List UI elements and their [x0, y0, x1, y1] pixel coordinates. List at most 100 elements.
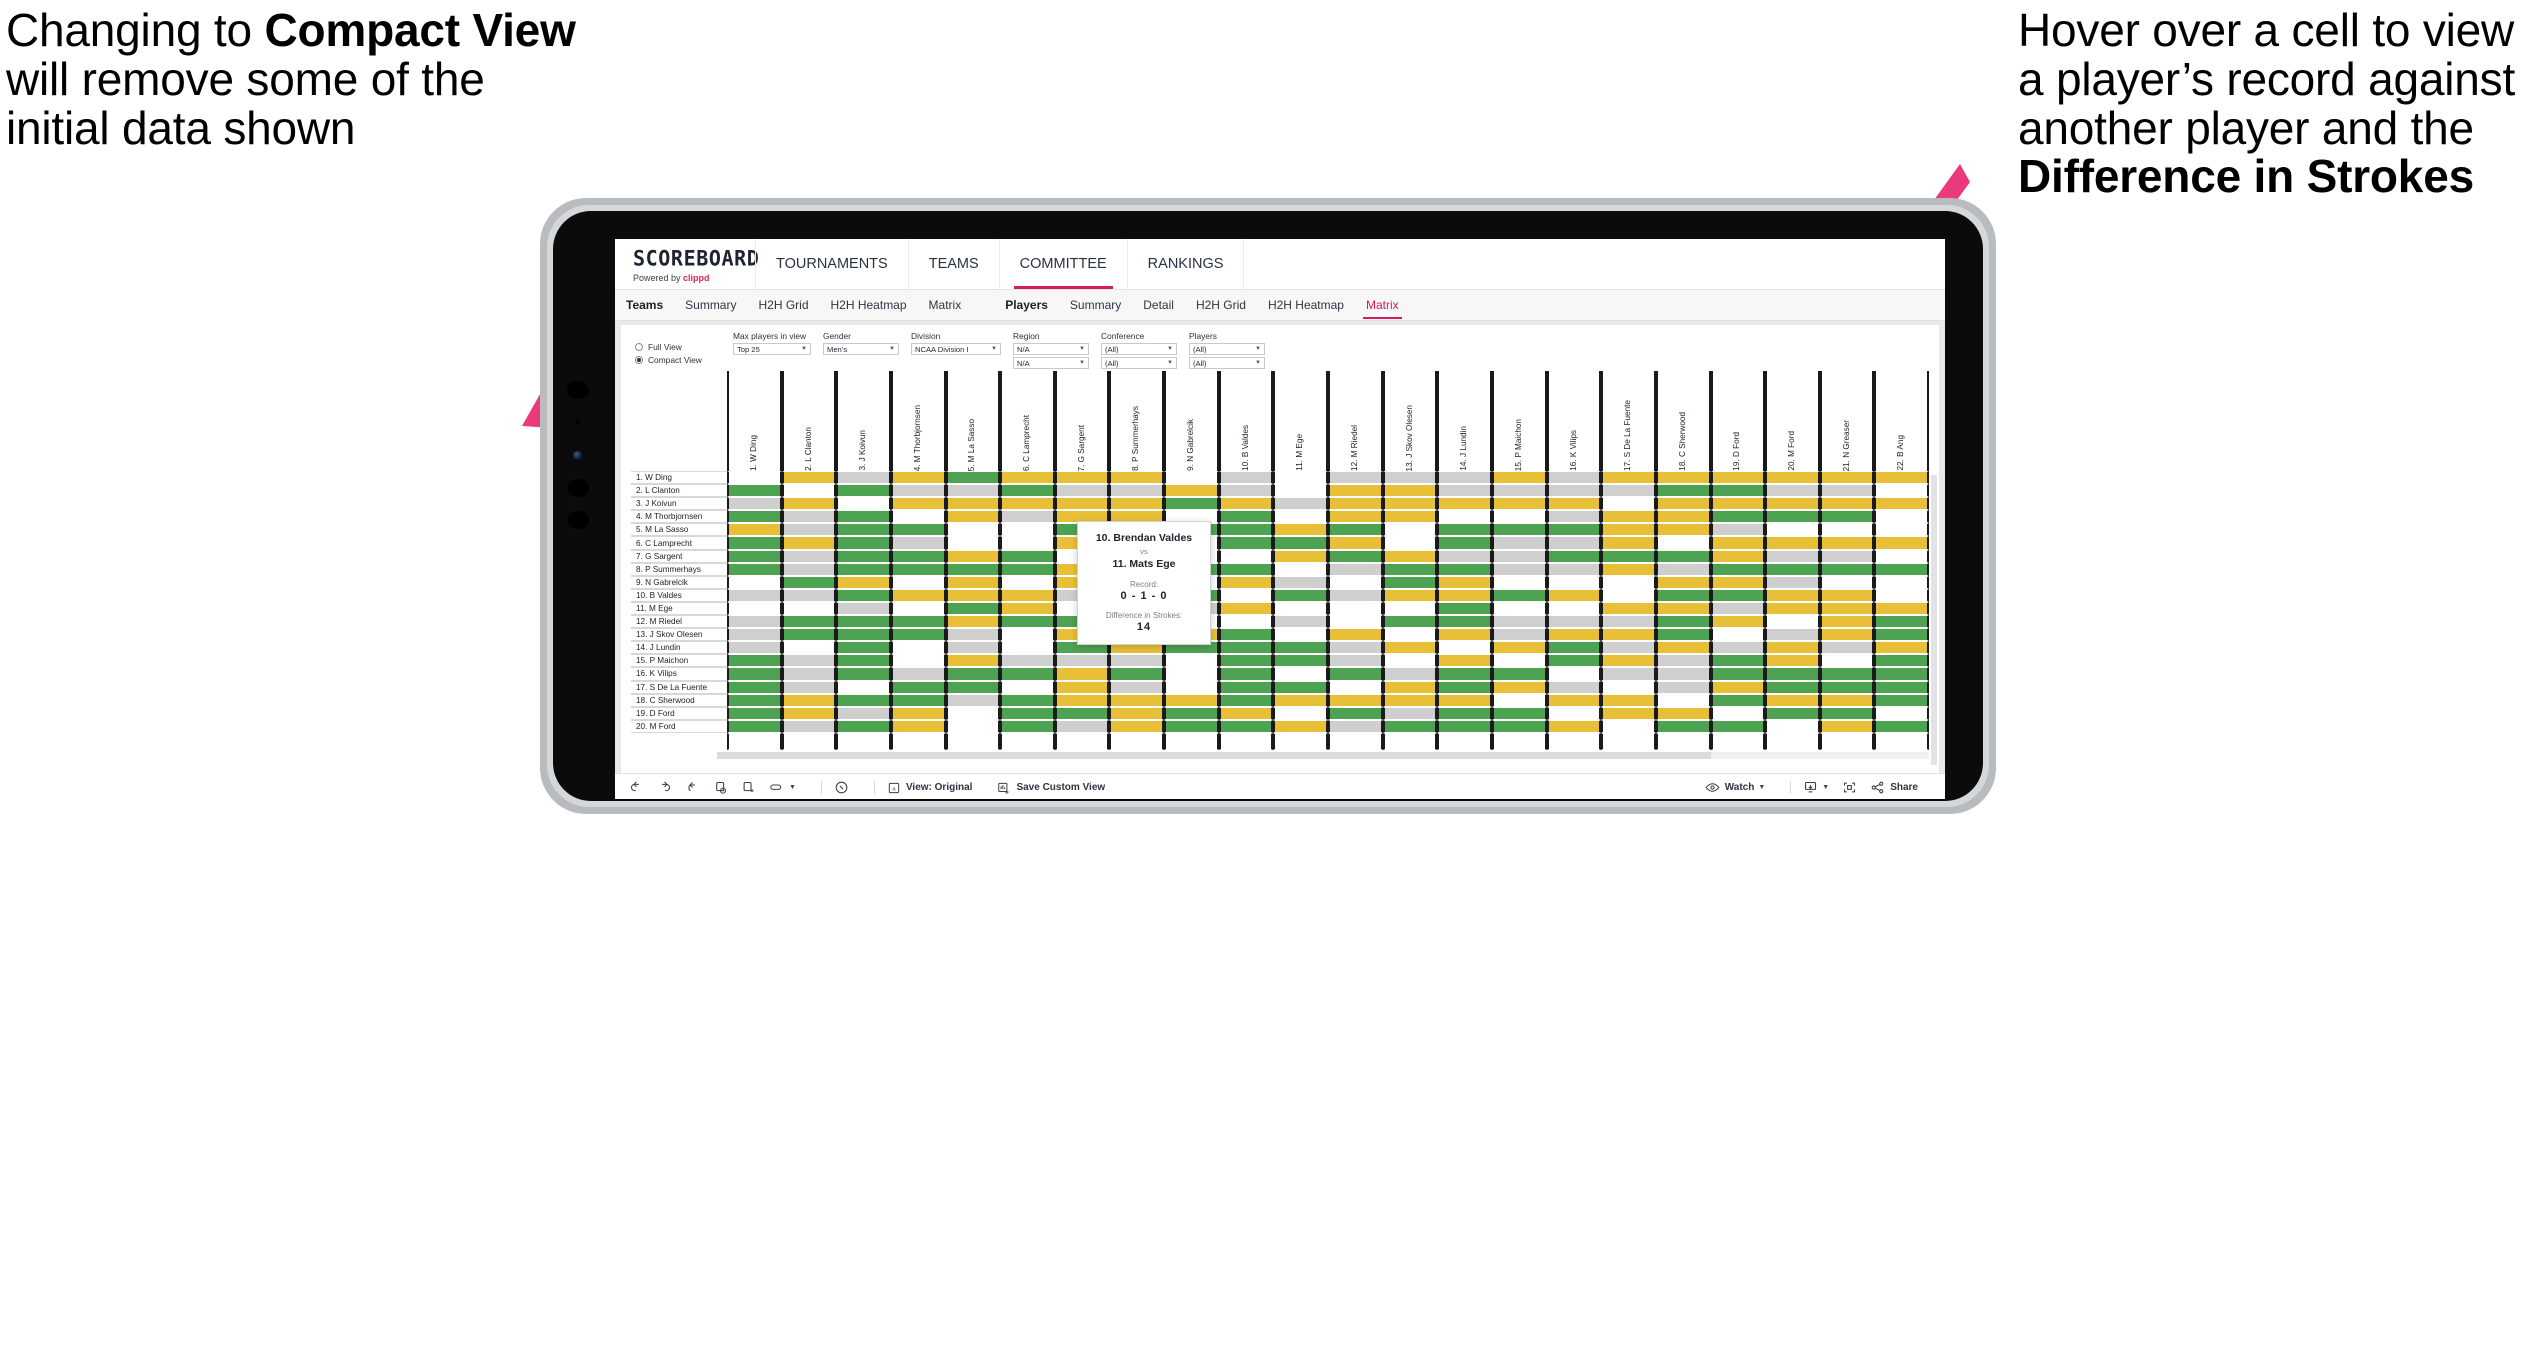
matrix-cell[interactable]: [1382, 706, 1438, 720]
matrix-cell[interactable]: [1655, 484, 1711, 498]
matrix-cell[interactable]: [1491, 510, 1547, 524]
matrix-cell[interactable]: [1382, 549, 1438, 563]
matrix-cell[interactable]: [1273, 588, 1329, 602]
matrix-cell[interactable]: [1655, 654, 1711, 668]
matrix-cell[interactable]: [1710, 484, 1766, 498]
matrix-cell[interactable]: [1491, 562, 1547, 576]
matrix-cell[interactable]: [1437, 601, 1492, 616]
matrix-cell[interactable]: [1491, 484, 1547, 498]
matrix-cell[interactable]: [1710, 706, 1766, 720]
matrix-cell[interactable]: [1328, 641, 1383, 655]
matrix-cell[interactable]: [836, 680, 891, 694]
matrix-cell[interactable]: [1601, 615, 1656, 629]
matrix-cell[interactable]: [1710, 667, 1766, 681]
matrix-cell[interactable]: [781, 484, 837, 498]
matrix-cell[interactable]: [1218, 484, 1274, 498]
matrix-cell[interactable]: [1491, 471, 1547, 485]
matrix-cell[interactable]: [1328, 601, 1383, 616]
matrix-cell[interactable]: [1273, 628, 1329, 642]
matrix-cell[interactable]: [1218, 615, 1274, 629]
matrix-cell[interactable]: [890, 575, 946, 589]
matrix-cell[interactable]: [1710, 615, 1766, 629]
matrix-cell[interactable]: [890, 484, 946, 498]
matrix-cell[interactable]: [1819, 536, 1875, 550]
matrix-cell[interactable]: [836, 523, 891, 537]
matrix-cell[interactable]: [836, 706, 891, 720]
matrix-cell[interactable]: [1601, 654, 1656, 668]
matrix-cell[interactable]: [1874, 471, 1930, 485]
matrix-cell[interactable]: [1601, 588, 1656, 602]
revert-button[interactable]: [685, 780, 700, 795]
matrix-cell[interactable]: [890, 628, 946, 642]
subnav-players-h2h-grid[interactable]: H2H Grid: [1185, 290, 1257, 320]
matrix-cell[interactable]: [945, 654, 1001, 668]
matrix-cell[interactable]: [1382, 523, 1438, 537]
matrix-row-label[interactable]: 5. M La Sasso: [631, 523, 727, 537]
matrix-cell[interactable]: [945, 484, 1001, 498]
matrix-cell[interactable]: [1765, 562, 1820, 576]
matrix-cell[interactable]: [1491, 497, 1547, 511]
filter-max-players-select[interactable]: Top 25 ▼: [733, 343, 811, 355]
matrix-cell[interactable]: [945, 680, 1001, 694]
matrix-cell[interactable]: [1765, 680, 1820, 694]
matrix-cell[interactable]: [836, 667, 891, 681]
matrix-cell[interactable]: [1437, 719, 1492, 733]
matrix-cell[interactable]: [1819, 601, 1875, 616]
matrix-cell[interactable]: [1546, 562, 1602, 576]
matrix-cell[interactable]: [1819, 667, 1875, 681]
matrix-cell[interactable]: [781, 641, 837, 655]
matrix-cell[interactable]: [1710, 719, 1766, 733]
matrix-cell[interactable]: [836, 693, 891, 707]
matrix-cell[interactable]: [890, 510, 946, 524]
matrix-cell[interactable]: [945, 549, 1001, 563]
matrix-cell[interactable]: [1382, 641, 1438, 655]
matrix-cell[interactable]: [1000, 667, 1055, 681]
matrix-cell[interactable]: [1273, 706, 1329, 720]
matrix-cell[interactable]: [945, 693, 1001, 707]
matrix-row-label[interactable]: 10. B Valdes: [631, 588, 727, 602]
matrix-cell[interactable]: [1382, 536, 1438, 550]
matrix-cell[interactable]: [890, 641, 946, 655]
matrix-cell[interactable]: [781, 706, 837, 720]
matrix-cell[interactable]: [1874, 497, 1930, 511]
matrix-cell[interactable]: [1546, 497, 1602, 511]
matrix-cell[interactable]: [1000, 471, 1055, 485]
matrix-cell[interactable]: [1382, 601, 1438, 616]
matrix-cell[interactable]: [1218, 497, 1274, 511]
matrix-cell[interactable]: [1601, 549, 1656, 563]
redo-button[interactable]: [657, 780, 672, 795]
matrix-cell[interactable]: [1546, 680, 1602, 694]
matrix-cell[interactable]: [1546, 588, 1602, 602]
matrix-cell[interactable]: [1273, 654, 1329, 668]
filter-players-select[interactable]: (All) ▼: [1189, 343, 1265, 355]
matrix-cell[interactable]: [1710, 601, 1766, 616]
matrix-row-label[interactable]: 19. D Ford: [631, 706, 727, 720]
matrix-cell[interactable]: [781, 615, 837, 629]
matrix-cell[interactable]: [1874, 706, 1930, 720]
matrix-cell[interactable]: [945, 510, 1001, 524]
matrix-cell[interactable]: [1491, 693, 1547, 707]
matrix-cell[interactable]: [1054, 680, 1110, 694]
subnav-players-h2h-heatmap[interactable]: H2H Heatmap: [1257, 290, 1355, 320]
matrix-cell[interactable]: [781, 471, 837, 485]
matrix-cell[interactable]: [1819, 706, 1875, 720]
matrix-cell[interactable]: [1437, 641, 1492, 655]
subnav-players-summary[interactable]: Summary: [1059, 290, 1132, 320]
matrix-cell[interactable]: [1218, 693, 1274, 707]
matrix-cell[interactable]: [1491, 641, 1547, 655]
matrix-cell[interactable]: [1819, 615, 1875, 629]
matrix-cell[interactable]: [1437, 575, 1492, 589]
matrix-cell[interactable]: [890, 471, 946, 485]
matrix-cell[interactable]: [1328, 523, 1383, 537]
matrix-cell[interactable]: [1382, 667, 1438, 681]
matrix-cell[interactable]: [1874, 549, 1930, 563]
matrix-cell[interactable]: [727, 510, 782, 524]
matrix-cell[interactable]: [1601, 510, 1656, 524]
matrix-cell[interactable]: [1655, 510, 1711, 524]
matrix-cell[interactable]: [890, 719, 946, 733]
matrix-cell[interactable]: [1601, 601, 1656, 616]
matrix-cell[interactable]: [836, 471, 891, 485]
matrix-row-label[interactable]: 11. M Ege: [631, 601, 727, 616]
matrix-cell[interactable]: [1655, 523, 1711, 537]
matrix-cell[interactable]: [1109, 693, 1165, 707]
